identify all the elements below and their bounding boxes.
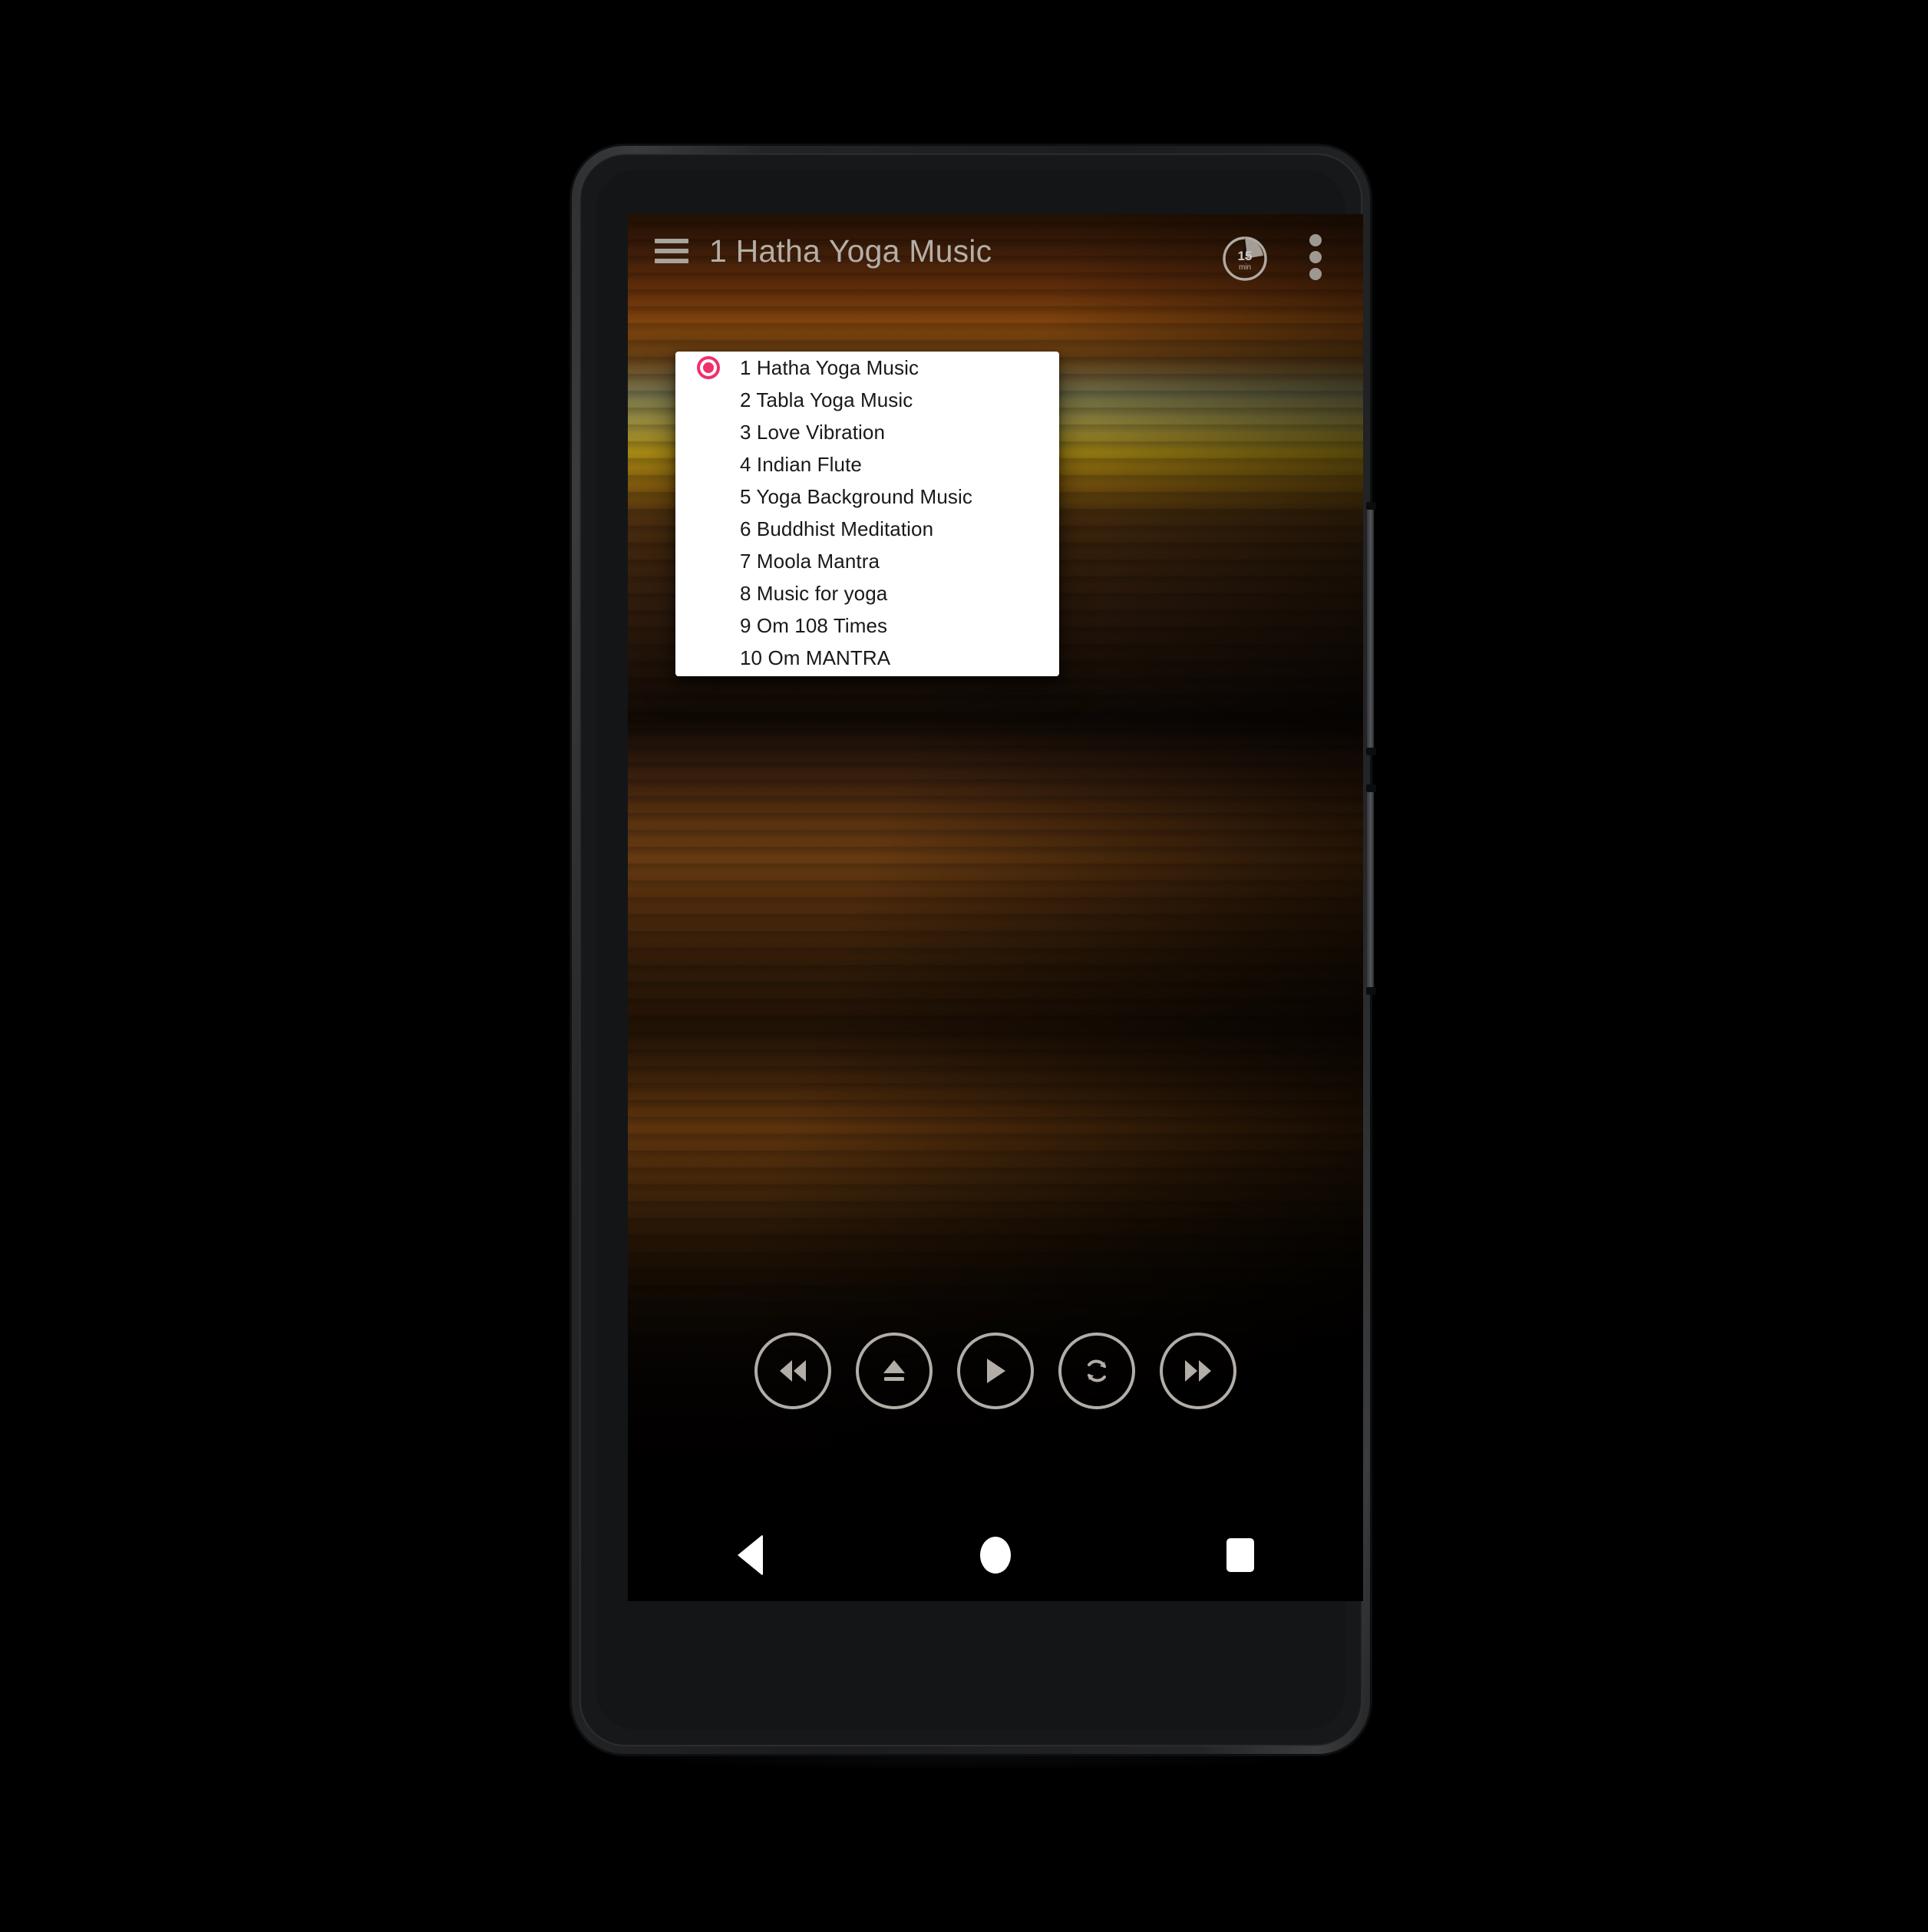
radio-button[interactable] (697, 421, 720, 444)
list-item-label: 9 Om 108 Times (740, 613, 888, 637)
radio-button[interactable] (697, 614, 720, 637)
list-item-label: 5 Yoga Background Music (740, 484, 972, 508)
radio-dot (703, 459, 714, 470)
radio-dot (703, 588, 714, 599)
radio-slot (697, 485, 740, 508)
radio-button[interactable] (697, 517, 720, 540)
list-item-label: 10 Om MANTRA (740, 646, 891, 669)
list-item-label: 7 Moola Mantra (740, 549, 880, 573)
list-item[interactable]: 5 Yoga Background Music (675, 481, 1059, 513)
list-item-label: 2 Tabla Yoga Music (740, 388, 913, 411)
radio-button[interactable] (697, 646, 720, 669)
list-item-label: 8 Music for yoga (740, 581, 888, 605)
radio-dot (703, 395, 714, 405)
list-item-label: 4 Indian Flute (740, 452, 862, 476)
list-item[interactable]: 10 Om MANTRA (675, 642, 1059, 674)
track-selection-dialog: 1 Hatha Yoga Music 2 Tabla Yoga Music 3 … (675, 352, 1059, 676)
recents-icon (1226, 1538, 1255, 1572)
power-button[interactable] (1366, 502, 1376, 755)
recents-button[interactable] (1198, 1509, 1283, 1601)
radio-dot (703, 427, 714, 438)
radio-slot (697, 614, 740, 637)
radio-slot (697, 388, 740, 411)
phone-inner-frame: 1 Hatha Yoga Music 15 min 1 Hatha Yoga M… (579, 154, 1363, 1746)
radio-dot (703, 620, 714, 631)
radio-slot (697, 356, 740, 379)
list-item[interactable]: 9 Om 108 Times (675, 609, 1059, 642)
radio-dot (703, 523, 714, 534)
radio-slot (697, 550, 740, 573)
radio-button[interactable] (697, 453, 720, 476)
radio-button[interactable] (697, 550, 720, 573)
radio-slot (697, 421, 740, 444)
phone-screen: 1 Hatha Yoga Music 15 min 1 Hatha Yoga M… (628, 214, 1363, 1601)
radio-button[interactable] (697, 582, 720, 605)
back-icon (738, 1534, 764, 1576)
radio-slot (697, 453, 740, 476)
list-item-label: 6 Buddhist Meditation (740, 517, 934, 540)
list-item[interactable]: 3 Love Vibration (675, 416, 1059, 448)
radio-button[interactable] (697, 485, 720, 508)
volume-button[interactable] (1366, 784, 1376, 995)
phone-bezel: 1 Hatha Yoga Music 15 min 1 Hatha Yoga M… (596, 170, 1363, 1729)
radio-slot (697, 646, 740, 669)
radio-slot (697, 517, 740, 540)
back-button[interactable] (708, 1509, 793, 1601)
radio-button[interactable] (697, 388, 720, 411)
list-item[interactable]: 8 Music for yoga (675, 577, 1059, 609)
list-item[interactable]: 1 Hatha Yoga Music (675, 352, 1059, 384)
radio-dot (703, 491, 714, 502)
radio-dot (703, 556, 714, 566)
radio-dot (703, 652, 714, 663)
list-item-label: 3 Love Vibration (740, 420, 886, 444)
list-item[interactable]: 2 Tabla Yoga Music (675, 384, 1059, 416)
radio-dot (703, 362, 714, 373)
list-item[interactable]: 6 Buddhist Meditation (675, 513, 1059, 545)
radio-slot (697, 582, 740, 605)
home-button[interactable] (953, 1509, 1038, 1601)
radio-button-selected[interactable] (697, 356, 720, 379)
phone-device: 1 Hatha Yoga Music 15 min 1 Hatha Yoga M… (572, 146, 1376, 1754)
list-item[interactable]: 7 Moola Mantra (675, 545, 1059, 577)
home-icon (979, 1537, 1011, 1574)
list-item-label: 1 Hatha Yoga Music (740, 355, 919, 379)
android-navigation-bar (628, 1509, 1363, 1601)
list-item[interactable]: 4 Indian Flute (675, 448, 1059, 481)
